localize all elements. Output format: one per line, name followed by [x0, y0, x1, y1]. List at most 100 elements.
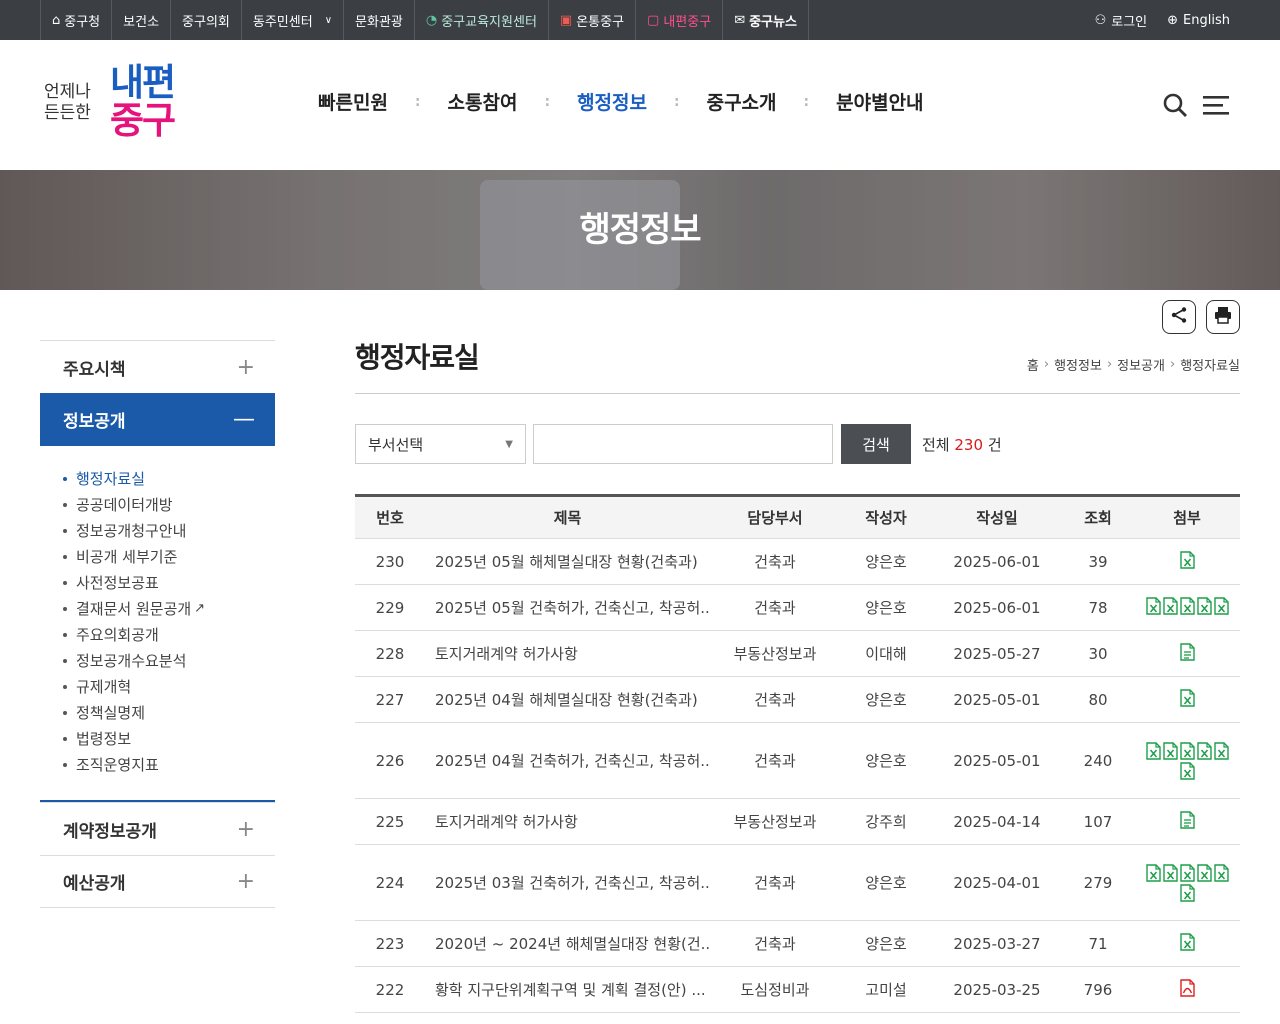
row-title-link[interactable]: 2025년 03월 건축허가, 건축신고, 착공허... [425, 844, 710, 921]
column-header: 작성자 [840, 495, 932, 539]
excel-file-icon[interactable] [1179, 863, 1195, 882]
banner-title: 행정정보 [579, 210, 701, 250]
row-title-link[interactable]: 2025년 05월 해체멸실대장 현황(건축과) [425, 538, 710, 585]
excel-file-icon[interactable] [1145, 596, 1161, 615]
plus-icon: + [236, 354, 255, 380]
document-file-icon[interactable] [1179, 810, 1195, 829]
row-title-link[interactable]: 황학 지구단위계획구역 및 계획 결정(안) ... [425, 966, 710, 1013]
row-department: 건축과 [710, 722, 840, 799]
breadcrumb-item[interactable]: 행정정보 [1054, 355, 1102, 374]
row-title-link[interactable]: 2025년 05월 건축허가, 건축신고, 착공허... [425, 584, 710, 631]
table-row: 228 토지거래계약 허가사항 부동산정보과 이대해 2025-05-27 30 [355, 630, 1240, 677]
link-junggu-news[interactable]: ✉ 중구뉴스 [722, 0, 809, 40]
submenu-item[interactable]: 비공개 세부기준 [63, 544, 275, 570]
link-junggu-office[interactable]: ⌂ 중구청 [40, 0, 111, 40]
row-title-link[interactable]: 2025년 04월 건축허가, 건축신고, 착공허... [425, 722, 710, 799]
sidebar-submenu: 행정자료실 공공데이터개방 정보공개청구안내 비공개 세부기준 사전정보공표 결… [40, 446, 275, 802]
row-attachments [1134, 538, 1240, 585]
excel-file-icon[interactable] [1179, 932, 1195, 951]
nav-about-junggu[interactable]: 중구소개 [707, 88, 777, 115]
excel-file-icon[interactable] [1145, 741, 1161, 760]
link-council[interactable]: 중구의회 [170, 0, 241, 40]
link-culture-tour[interactable]: 문화관광 [343, 0, 414, 40]
row-writer: 양은호 [840, 538, 932, 585]
document-file-icon[interactable] [1179, 642, 1195, 661]
submenu-item[interactable]: 행정자료실 [63, 466, 275, 492]
nav-admin-info[interactable]: 행정정보 [577, 88, 647, 115]
row-writer: 양은호 [840, 676, 932, 723]
submenu-item[interactable]: 조직운영지표 [63, 752, 275, 778]
table-row: 229 2025년 05월 건축허가, 건축신고, 착공허... 건축과 양은호 202… [355, 584, 1240, 631]
link-community-center[interactable]: 동주민센터 ∨ [240, 0, 343, 40]
row-number: 225 [355, 798, 425, 845]
breadcrumb-item[interactable]: 정보공개 [1117, 355, 1165, 374]
excel-file-icon[interactable] [1179, 761, 1195, 780]
login-link[interactable]: ⚇ 로그인 [1095, 11, 1148, 30]
sidebar-item-major-policy[interactable]: 주요시책 + [40, 340, 275, 393]
link-naepyeon-junggu[interactable]: ▢ 내편중구 [635, 0, 722, 40]
submenu-item[interactable]: 주요의회공개 [63, 622, 275, 648]
row-department: 건축과 [710, 844, 840, 921]
submenu-item[interactable]: 공공데이터개방 [63, 492, 275, 518]
row-title-link[interactable]: 토지거래계약 허가사항 [425, 630, 710, 677]
submenu-item[interactable]: 사전정보공표 [63, 570, 275, 596]
excel-file-icon[interactable] [1179, 883, 1195, 902]
row-title-link[interactable]: 2025년 04월 해체멸실대장 현황(건축과) [425, 676, 710, 723]
submenu-item[interactable]: 법령정보 [63, 726, 275, 752]
submenu-item[interactable]: 규제개혁 [63, 674, 275, 700]
submenu-item[interactable]: 정보공개수요분석 [63, 648, 275, 674]
excel-file-icon[interactable] [1179, 596, 1195, 615]
excel-file-icon[interactable] [1213, 863, 1229, 882]
row-number: 227 [355, 676, 425, 723]
row-title-link[interactable]: 2020년 ~ 2024년 해체멸실대장 현황(건... [425, 920, 710, 967]
share-button[interactable] [1162, 300, 1196, 334]
submenu-item[interactable]: 결재문서 원문공개 ↗ [63, 596, 275, 622]
site-logo[interactable]: 언제나 든든한 내편 중구 [40, 64, 190, 144]
row-title-link[interactable]: 토지거래계약 허가사항 [425, 798, 710, 845]
english-link[interactable]: ⊕ English [1167, 13, 1230, 28]
excel-file-icon[interactable] [1162, 741, 1178, 760]
excel-file-icon[interactable] [1196, 863, 1212, 882]
sidebar-item-contract-info[interactable]: 계약정보공개 + [40, 802, 275, 855]
sidebar-item-budget[interactable]: 예산공개 + [40, 855, 275, 908]
excel-file-icon[interactable] [1145, 863, 1161, 882]
submenu-item[interactable]: 정보공개청구안내 [63, 518, 275, 544]
excel-file-icon[interactable] [1162, 863, 1178, 882]
excel-file-icon[interactable] [1179, 550, 1195, 569]
excel-file-icon[interactable] [1196, 596, 1212, 615]
print-button[interactable] [1206, 300, 1240, 334]
news-icon: ✉ [734, 12, 746, 28]
sub-visual-banner: 행정정보 [0, 170, 1280, 290]
department-select[interactable]: 부서선택 ▼ [355, 424, 526, 464]
nav-field-guide[interactable]: 분야별안내 [836, 88, 923, 115]
breadcrumb-home[interactable]: 홈 [1027, 355, 1039, 374]
search-button[interactable]: 검색 [841, 424, 911, 464]
sidebar-item-info-disclosure[interactable]: 정보공개 — [40, 393, 275, 446]
search-icon[interactable] [1162, 92, 1188, 118]
nav-quick-civil[interactable]: 빠른민원 [318, 88, 388, 115]
row-views: 796 [1062, 966, 1134, 1013]
utility-bar: ⌂ 중구청 보건소 중구의회 동주민센터 ∨ 문화관광 ◔ 중구교육지원센터 ▣ 온통중… [0, 0, 1280, 40]
row-date: 2025-06-01 [932, 538, 1062, 585]
external-link-icon: ↗ [194, 601, 206, 616]
search-input[interactable] [533, 424, 833, 464]
submenu-item[interactable]: 정책실명제 [63, 700, 275, 726]
link-health-center[interactable]: 보건소 [111, 0, 170, 40]
menu-icon[interactable] [1202, 92, 1230, 118]
row-number: 228 [355, 630, 425, 677]
excel-file-icon[interactable] [1213, 741, 1229, 760]
row-views: 279 [1062, 844, 1134, 921]
excel-file-icon[interactable] [1196, 741, 1212, 760]
excel-file-icon[interactable] [1213, 596, 1229, 615]
pdf-file-icon[interactable] [1179, 978, 1195, 997]
nav-communication[interactable]: 소통참여 [448, 88, 518, 115]
excel-file-icon[interactable] [1162, 596, 1178, 615]
ontong-logo-icon: ▣ [559, 12, 573, 28]
excel-file-icon[interactable] [1179, 688, 1195, 707]
total-count: 전체 230 건 [922, 435, 1002, 454]
link-ontong-junggu[interactable]: ▣ 온통중구 [547, 0, 635, 40]
row-attachments [1134, 798, 1240, 845]
excel-file-icon[interactable] [1179, 741, 1195, 760]
link-edu-center[interactable]: ◔ 중구교육지원센터 [413, 0, 548, 40]
row-department: 건축과 [710, 584, 840, 631]
